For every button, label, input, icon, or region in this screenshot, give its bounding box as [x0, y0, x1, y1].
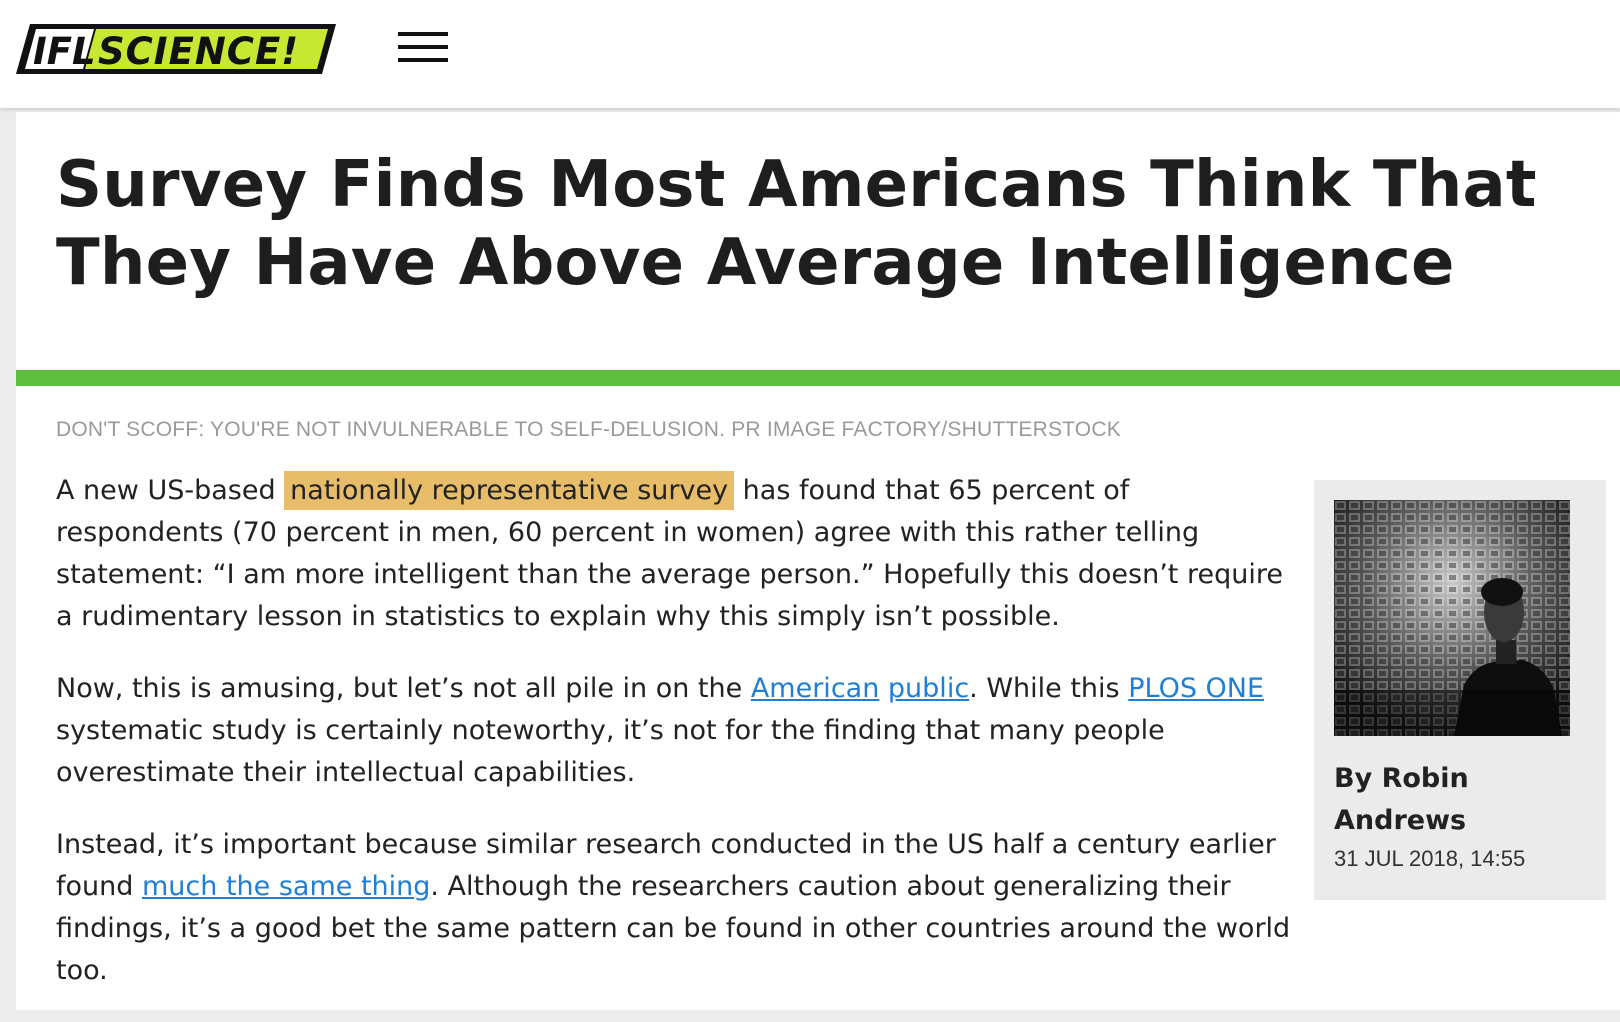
- paragraph-1: A new US-based nationally representative…: [56, 470, 1292, 638]
- iflscience-logo-icon: IFL SCIENCE!: [16, 24, 336, 74]
- site-header: IFL SCIENCE!: [0, 0, 1620, 108]
- link-american[interactable]: American: [751, 673, 880, 704]
- article-card: Survey Finds Most Americans Think That T…: [16, 112, 1620, 1010]
- author-photo-image: [1334, 500, 1570, 736]
- link-public[interactable]: public: [888, 673, 969, 704]
- author-box: By Robin Andrews 31 JUL 2018, 14:55: [1314, 480, 1606, 900]
- p2-text-2: . While this: [969, 673, 1129, 704]
- image-caption: DON'T SCOFF: YOU'RE NOT INVULNERABLE TO …: [56, 418, 1121, 441]
- link-much-the-same-thing[interactable]: much the same thing: [142, 871, 430, 902]
- logo-science-text: SCIENCE!: [98, 30, 299, 73]
- site-logo[interactable]: IFL SCIENCE!: [16, 22, 336, 76]
- menu-line: [398, 32, 448, 36]
- hamburger-menu-icon[interactable]: [398, 30, 448, 64]
- p2-space: [879, 673, 888, 704]
- article-title: Survey Finds Most Americans Think That T…: [56, 148, 1537, 300]
- author-photo[interactable]: [1334, 500, 1570, 736]
- menu-line: [398, 45, 448, 49]
- brand-divider: [16, 370, 1620, 386]
- logo-ifl-text: IFL: [33, 30, 96, 73]
- author-byline[interactable]: By Robin Andrews: [1334, 758, 1574, 842]
- article-body: A new US-based nationally representative…: [56, 470, 1292, 1022]
- link-plos-one[interactable]: PLOS ONE: [1128, 673, 1264, 704]
- p1-text-before: A new US-based: [56, 475, 285, 506]
- paragraph-3: Instead, it’s important because similar …: [56, 824, 1292, 992]
- highlighted-text[interactable]: nationally representative survey: [284, 471, 735, 510]
- menu-line: [398, 58, 448, 62]
- p2-text-3: systematic study is certainly noteworthy…: [56, 715, 1165, 788]
- paragraph-2: Now, this is amusing, but let’s not all …: [56, 668, 1292, 794]
- p2-text-1: Now, this is amusing, but let’s not all …: [56, 673, 751, 704]
- publish-date: 31 JUL 2018, 14:55: [1334, 846, 1526, 871]
